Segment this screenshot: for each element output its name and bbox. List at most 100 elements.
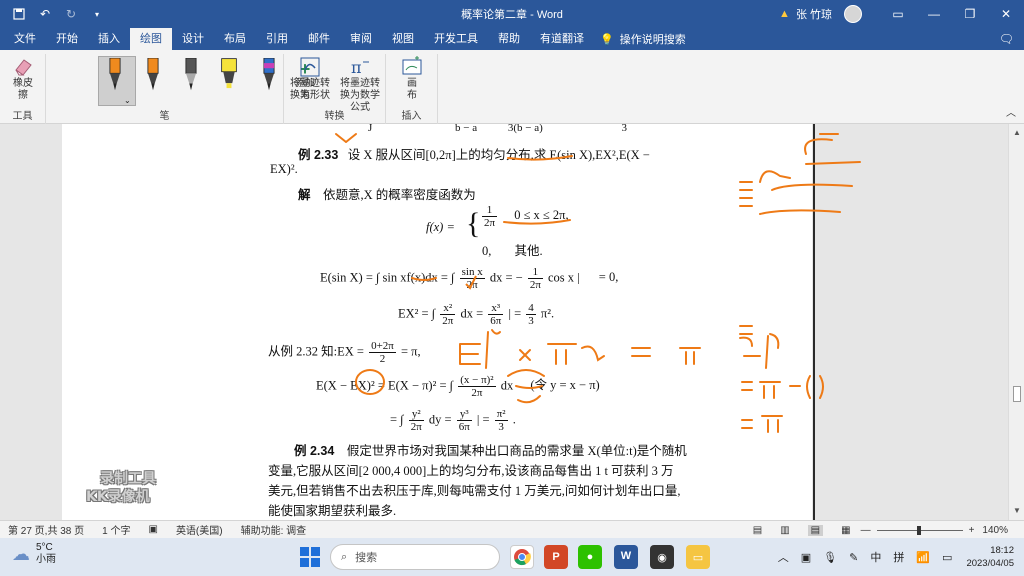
- tab-help[interactable]: 帮助: [488, 28, 530, 50]
- taskbar-search[interactable]: ⌕ 搜索: [330, 544, 500, 570]
- document-area[interactable]: J b − a 3(b − a) 3 例 2.33 设 X 服从区间[0,2π]…: [0, 124, 1008, 520]
- pen-orange[interactable]: [144, 58, 162, 92]
- clock[interactable]: 18:12 2023/04/05: [966, 544, 1014, 570]
- web-layout-icon[interactable]: ▦: [841, 525, 850, 536]
- page-count[interactable]: 第 27 页,共 38 页: [8, 522, 84, 537]
- density-case-1: 1 2π 0 ≤ x ≤ 2π,: [482, 204, 569, 229]
- lightbulb-icon: 💡: [600, 33, 614, 46]
- zoom-slider[interactable]: [876, 525, 963, 535]
- focus-mode-icon[interactable]: ▤: [753, 525, 762, 536]
- quick-access-toolbar: ↶ ↻ ▾: [0, 0, 112, 28]
- wechat-icon[interactable]: ●: [578, 545, 602, 569]
- eraser-icon: [15, 59, 32, 76]
- minimize-icon[interactable]: —: [916, 0, 952, 28]
- zoom-level[interactable]: 140%: [982, 525, 1008, 536]
- read-mode-icon[interactable]: ▥: [780, 525, 789, 536]
- chrome-icon[interactable]: [510, 545, 534, 569]
- title-bar: ↶ ↻ ▾ 概率论第二章 - Word ▲ 张 竹琼 ▭ — ❐ ✕: [0, 0, 1024, 28]
- tab-mailings[interactable]: 邮件: [298, 28, 340, 50]
- tab-developer[interactable]: 开发工具: [424, 28, 488, 50]
- user-name: 张 竹琼: [795, 9, 832, 21]
- density-function-label: f(x) =: [426, 220, 455, 234]
- tab-youdao[interactable]: 有道翻译: [530, 28, 594, 50]
- word-count[interactable]: 1 个字: [102, 522, 130, 537]
- weather-widget[interactable]: ☁ 5°C 小雨: [12, 542, 56, 566]
- avatar[interactable]: [844, 5, 862, 23]
- microphone-icon[interactable]: 🎙: [823, 551, 837, 564]
- system-tray: ︿ ▣ 🎙 ✎ 中 拼 📶 ▭ 18:12 2023/04/05: [772, 538, 1014, 576]
- highlighter-yellow[interactable]: [220, 58, 238, 92]
- pen-tray-icon[interactable]: ✎: [849, 551, 858, 564]
- group-insert: 画布 插入: [386, 54, 438, 124]
- start-button[interactable]: [300, 547, 320, 567]
- example-2-34-line-3: 美元,但若销售不出去积压于库,则每吨需支付 1 万美元,问如何计划年出口量,: [268, 484, 681, 498]
- tab-references[interactable]: 引用: [256, 28, 298, 50]
- ink-to-math-icon: π: [351, 58, 369, 77]
- save-icon[interactable]: [8, 3, 30, 25]
- example-2-33-cont: EX)².: [270, 162, 298, 176]
- scroll-thumb[interactable]: [1013, 386, 1021, 402]
- collapse-ribbon-icon[interactable]: ︿: [1006, 104, 1016, 119]
- tab-design[interactable]: 设计: [172, 28, 214, 50]
- ribbon-display-icon[interactable]: ▭: [880, 0, 916, 28]
- word-window: ↶ ↻ ▾ 概率论第二章 - Word ▲ 张 竹琼 ▭ — ❐ ✕ 文件 开始…: [0, 0, 1024, 576]
- wifi-icon[interactable]: 📶: [916, 551, 930, 564]
- pen-orange-thick[interactable]: [106, 58, 124, 92]
- tab-layout[interactable]: 布局: [214, 28, 256, 50]
- account-warning[interactable]: ▲ 张 竹琼: [779, 6, 832, 22]
- language[interactable]: 英语(美国): [176, 522, 223, 537]
- status-bar: 第 27 页,共 38 页 1 个字 ▣ 英语(美国) 辅助功能: 调查 ▤ ▥…: [0, 520, 1024, 538]
- comments-icon[interactable]: 🗨: [999, 32, 1014, 46]
- vertical-scrollbar[interactable]: ▲ ▼: [1008, 124, 1024, 520]
- close-icon[interactable]: ✕: [988, 0, 1024, 28]
- recorder-app-icon[interactable]: ◉: [650, 545, 674, 569]
- powerpoint-icon[interactable]: P: [544, 545, 568, 569]
- brace: {: [466, 207, 481, 240]
- battery-icon[interactable]: ▭: [942, 551, 952, 564]
- tab-view[interactable]: 视图: [382, 28, 424, 50]
- group-pens: ⌄ + 添加笔 笔: [46, 54, 315, 124]
- tab-file[interactable]: 文件: [4, 28, 46, 50]
- pen-dropdown-icon[interactable]: ⌄: [124, 96, 131, 105]
- tab-draw[interactable]: 绘图: [130, 28, 172, 50]
- tell-me-search[interactable]: 💡 操作说明搜索: [600, 28, 686, 50]
- ime-pinyin[interactable]: 拼: [893, 549, 904, 565]
- eraser-button[interactable]: 橡皮擦: [6, 56, 40, 102]
- convert-to-shape-button[interactable]: 将墨迹转换为形状: [288, 56, 332, 102]
- tab-insert[interactable]: 插入: [88, 28, 130, 50]
- variance-line-1: E(X − EX)² = E(X − π)² = ∫ (x − π)² 2π dx…: [316, 374, 600, 399]
- solution-intro: 解 依题意,X 的概率密度函数为: [298, 188, 476, 202]
- example-2-34-line-4: 能使国家期望获利最多.: [268, 504, 397, 518]
- zoom-out-icon[interactable]: —: [861, 525, 871, 536]
- restore-icon[interactable]: ❐: [952, 0, 988, 28]
- pencil-gray[interactable]: [182, 58, 200, 92]
- chevron-up-icon[interactable]: ︿: [778, 549, 789, 565]
- ribbon-draw: 橡皮擦 工具 ⌄ + 添加笔 笔 将墨迹转换为形状 π 将墨迹转换为数学公式 转…: [0, 50, 1024, 124]
- variance-line-2: = ∫ y² 2π dy = y³ 6π | = π² 3 .: [390, 408, 516, 433]
- redo-icon[interactable]: ↻: [60, 3, 82, 25]
- document-page[interactable]: J b − a 3(b − a) 3 例 2.33 设 X 服从区间[0,2π]…: [62, 124, 812, 520]
- zoom-in-icon[interactable]: +: [969, 525, 975, 536]
- print-layout-icon[interactable]: ▤: [807, 524, 824, 536]
- drawing-canvas-button[interactable]: 画布: [394, 56, 430, 102]
- example-2-33: 例 2.33 设 X 服从区间[0,2π]上的均匀分布,求 E(sin X),E…: [298, 148, 650, 162]
- scroll-down-icon[interactable]: ▼: [1012, 506, 1022, 516]
- ime-chinese[interactable]: 中: [870, 549, 881, 565]
- scroll-up-icon[interactable]: ▲: [1012, 128, 1022, 138]
- tab-review[interactable]: 审阅: [340, 28, 382, 50]
- example-2-34-line-2: 变量,它服从区间[2 000,4 000]上的均匀分布,设该商品每售出 1 t …: [268, 464, 674, 478]
- warning-icon: ▲: [779, 8, 790, 20]
- word-icon[interactable]: W: [614, 545, 638, 569]
- proofing-icon[interactable]: ▣: [148, 524, 157, 535]
- undo-icon[interactable]: ↶: [34, 3, 56, 25]
- app-tray-icon[interactable]: ▣: [801, 551, 811, 564]
- accessibility-status[interactable]: 辅助功能: 调查: [241, 522, 307, 537]
- convert-to-math-button[interactable]: π 将墨迹转换为数学公式: [336, 56, 384, 114]
- recorder-watermark: 录制工具 KK录像机: [86, 471, 156, 505]
- zoom-thumb[interactable]: [916, 525, 921, 535]
- pen-galaxy[interactable]: [260, 58, 278, 92]
- tab-home[interactable]: 开始: [46, 28, 88, 50]
- qat-customize-icon[interactable]: ▾: [86, 3, 108, 25]
- group-convert: 将墨迹转换为形状 π 将墨迹转换为数学公式 转换: [284, 54, 386, 124]
- file-explorer-icon[interactable]: ▭: [686, 545, 710, 569]
